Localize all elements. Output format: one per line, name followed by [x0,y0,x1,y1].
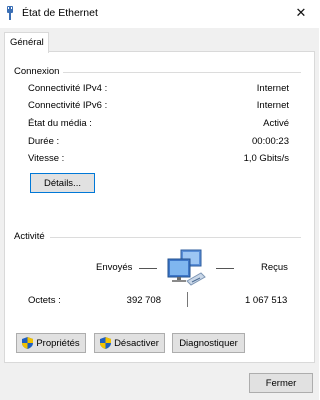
activity-separator [187,292,188,307]
disable-button-label: Désactiver [114,337,159,349]
uac-shield-icon [22,337,34,349]
network-computers-icon [167,249,206,286]
speed-value: 1,0 Gbits/s [243,153,289,164]
sent-label: Envoyés [96,262,133,273]
disable-button[interactable]: Désactiver [94,333,165,353]
ipv6-value: Internet [256,100,289,111]
window-title: État de Ethernet [22,7,98,19]
tab-general-label: Général [10,37,44,48]
ipv4-label: Connectivité IPv4 : [28,83,108,94]
bytes-label: Octets : [28,295,61,306]
ipv4-value: Internet [256,83,289,94]
tab-general[interactable]: Général [4,32,49,53]
ethernet-plug-icon [7,6,13,20]
received-dash [216,268,234,269]
title-bar: État de Ethernet ✕ [0,0,319,28]
sent-dash [139,268,157,269]
properties-button-label: Propriétés [36,337,80,349]
activite-group-title: Activité [14,231,49,242]
sent-bytes-value: 392 708 [126,295,161,306]
connexion-group-title: Connexion [14,66,64,77]
media-state-value: Activé [263,118,289,129]
duration-label: Durée : [28,136,60,147]
properties-button[interactable]: Propriétés [16,333,86,353]
diagnose-button[interactable]: Diagnostiquer [172,333,245,353]
close-window-button[interactable]: ✕ [283,0,319,26]
details-button-label: Détails... [44,177,81,189]
speed-label: Vitesse : [28,153,65,164]
activite-divider [50,237,301,238]
close-button[interactable]: Fermer [249,373,313,393]
diagnose-button-label: Diagnostiquer [179,337,238,349]
close-icon: ✕ [295,5,307,20]
received-bytes-value: 1 067 513 [245,295,288,306]
connexion-divider [60,72,301,73]
ipv6-label: Connectivité IPv6 : [28,100,108,111]
received-label: Reçus [261,262,288,273]
tab-panel [4,51,315,363]
close-button-label: Fermer [265,377,297,389]
media-state-label: État du média : [28,118,92,129]
duration-value: 00:00:23 [252,136,289,147]
uac-shield-icon [100,337,112,349]
details-button[interactable]: Détails... [30,173,95,193]
